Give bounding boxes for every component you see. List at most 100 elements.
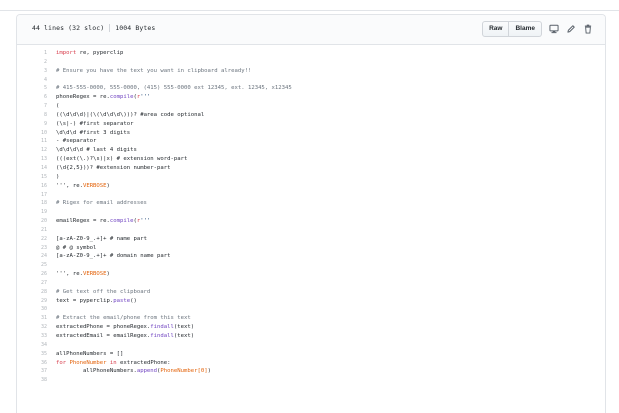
- line-number[interactable]: 21: [17, 226, 47, 235]
- line-content: ((\d\d\d)|(\(\d\d\d\)))? #area code opti…: [56, 111, 205, 118]
- line-content: for PhoneNumber in extractedPhone:: [56, 359, 171, 366]
- line-number[interactable]: 14: [17, 164, 47, 173]
- line-number[interactable]: 28: [17, 288, 47, 297]
- line-number[interactable]: 23: [17, 244, 47, 253]
- blame-button[interactable]: Blame: [509, 21, 542, 37]
- line-number[interactable]: 25: [17, 261, 47, 270]
- line-content: [a-zA-Z0-9_.+]+ # name part: [56, 235, 147, 242]
- code-line: 33 extractedEmail = emailRegex.findall(te…: [17, 332, 605, 341]
- line-number[interactable]: 19: [17, 208, 47, 217]
- line-number[interactable]: 27: [17, 279, 47, 288]
- code-line: 18 # Rigex for email addresses: [17, 199, 605, 208]
- line-number[interactable]: 4: [17, 76, 47, 85]
- code-line: 13 (((ext(\.)?\s)|x) # extension word-par…: [17, 155, 605, 164]
- line-number[interactable]: 26: [17, 270, 47, 279]
- line-content: extractedPhone = phoneRegex.findall(text…: [56, 324, 195, 331]
- line-content: [a-zA-Z0-9_.+]+ # domain name part: [56, 253, 171, 260]
- line-content: allPhoneNumbers = []: [56, 350, 124, 357]
- line-content: \d\d\d #first 3 digits: [56, 129, 131, 136]
- line-content: (\d{2,5}))? #extension number-part: [56, 164, 171, 171]
- code-line: 27: [17, 279, 605, 288]
- line-number[interactable]: 16: [17, 182, 47, 191]
- code-line: 5 # 415-555-0000, 555-0000, (415) 555-000…: [17, 84, 605, 93]
- line-content: # Extract the email/phone from this text: [56, 315, 191, 322]
- code-line: 36 for PhoneNumber in extractedPhone:: [17, 359, 605, 368]
- code-line: 32 extractedPhone = phoneRegex.findall(te…: [17, 323, 605, 332]
- line-content: # Get text off the clipboard: [56, 288, 151, 295]
- line-number[interactable]: 6: [17, 93, 47, 102]
- code-line: 4: [17, 76, 605, 85]
- code-line: 1 import re, pyperclip: [17, 49, 605, 58]
- file-info-divider: [109, 24, 111, 32]
- line-content: (: [56, 103, 60, 110]
- line-number[interactable]: 11: [17, 137, 47, 146]
- line-number[interactable]: 35: [17, 350, 47, 359]
- code-line: 16 ''', re.VERBOSE): [17, 182, 605, 191]
- line-number[interactable]: 7: [17, 102, 47, 111]
- code-line: 34: [17, 341, 605, 350]
- file-size: 1004 Bytes: [115, 24, 156, 32]
- line-number[interactable]: 31: [17, 314, 47, 323]
- line-number[interactable]: 33: [17, 332, 47, 341]
- file-info: 44 lines (32 sloc) 1004 Bytes: [32, 24, 155, 32]
- pencil-icon[interactable]: [565, 24, 576, 35]
- line-number[interactable]: 3: [17, 67, 47, 76]
- code-line: 26 ''', re.VERBOSE): [17, 270, 605, 279]
- line-number[interactable]: 30: [17, 305, 47, 314]
- line-content: (((ext(\.)?\s)|x) # extension word-part: [56, 156, 188, 163]
- code-line: 7(: [17, 102, 605, 111]
- code-line: 23 @ # @ symbol: [17, 244, 605, 253]
- line-number[interactable]: 20: [17, 217, 47, 226]
- line-number[interactable]: 37: [17, 367, 47, 376]
- line-number[interactable]: 13: [17, 155, 47, 164]
- code-line: 9 (\s|-) #first separator: [17, 120, 605, 129]
- line-number[interactable]: 38: [17, 376, 47, 385]
- code-line: 21: [17, 226, 605, 235]
- code-line: 37 allPhoneNumbers.append(PhoneNumber[0]…: [17, 367, 605, 376]
- line-content: phoneRegex = re.compile(r''': [56, 94, 151, 101]
- line-number[interactable]: 8: [17, 111, 47, 120]
- line-number[interactable]: 15: [17, 173, 47, 182]
- file-lines-count: 44 lines (32 sloc): [32, 24, 105, 32]
- code-line: 25: [17, 261, 605, 270]
- code-line: 6 phoneRegex = re.compile(r''': [17, 93, 605, 102]
- code-line: 29 text = pyperclip.paste(): [17, 297, 605, 306]
- code-line: 35 allPhoneNumbers = []: [17, 350, 605, 359]
- code-block: 1 import re, pyperclip 2 3 # Ensure you have…: [17, 49, 605, 385]
- line-number[interactable]: 12: [17, 146, 47, 155]
- line-content: (\s|-) #first separator: [56, 120, 134, 127]
- code-line: 19: [17, 208, 605, 217]
- code-line: 20 emailRegex = re.compile(r''': [17, 217, 605, 226]
- code-line: 30: [17, 305, 605, 314]
- code-line: 10 \d\d\d #first 3 digits: [17, 129, 605, 138]
- code-line: 31 # Extract the email/phone from this te…: [17, 314, 605, 323]
- line-number[interactable]: 10: [17, 129, 47, 138]
- line-number[interactable]: 24: [17, 252, 47, 261]
- file-actions: Raw Blame: [482, 21, 593, 37]
- line-number[interactable]: 32: [17, 323, 47, 332]
- desktop-icon[interactable]: [548, 24, 559, 35]
- line-content: \d\d\d\d # last 4 digits: [56, 147, 137, 154]
- code-line: 2: [17, 58, 605, 67]
- line-number[interactable]: 29: [17, 297, 47, 306]
- line-number[interactable]: 2: [17, 58, 47, 67]
- line-content: import re, pyperclip: [56, 50, 124, 56]
- page-top-divider: [0, 0, 619, 11]
- trash-icon[interactable]: [582, 24, 593, 35]
- code-line: 15): [17, 173, 605, 182]
- line-number[interactable]: 18: [17, 199, 47, 208]
- line-number[interactable]: 36: [17, 359, 47, 368]
- line-number[interactable]: 1: [17, 49, 47, 58]
- code-line: 3 # Ensure you have the text you want in …: [17, 67, 605, 76]
- code-line: 24 [a-zA-Z0-9_.+]+ # domain name part: [17, 252, 605, 261]
- line-number[interactable]: 17: [17, 191, 47, 200]
- line-content: ''', re.VERBOSE): [56, 182, 110, 189]
- code-line: 22 [a-zA-Z0-9_.+]+ # name part: [17, 235, 605, 244]
- line-content: emailRegex = re.compile(r''': [56, 218, 151, 225]
- line-number[interactable]: 9: [17, 120, 47, 129]
- line-number[interactable]: 5: [17, 84, 47, 93]
- raw-button[interactable]: Raw: [482, 21, 510, 37]
- line-number[interactable]: 34: [17, 341, 47, 350]
- line-number[interactable]: 22: [17, 235, 47, 244]
- line-content: allPhoneNumbers.append(PhoneNumber[0]): [56, 368, 211, 375]
